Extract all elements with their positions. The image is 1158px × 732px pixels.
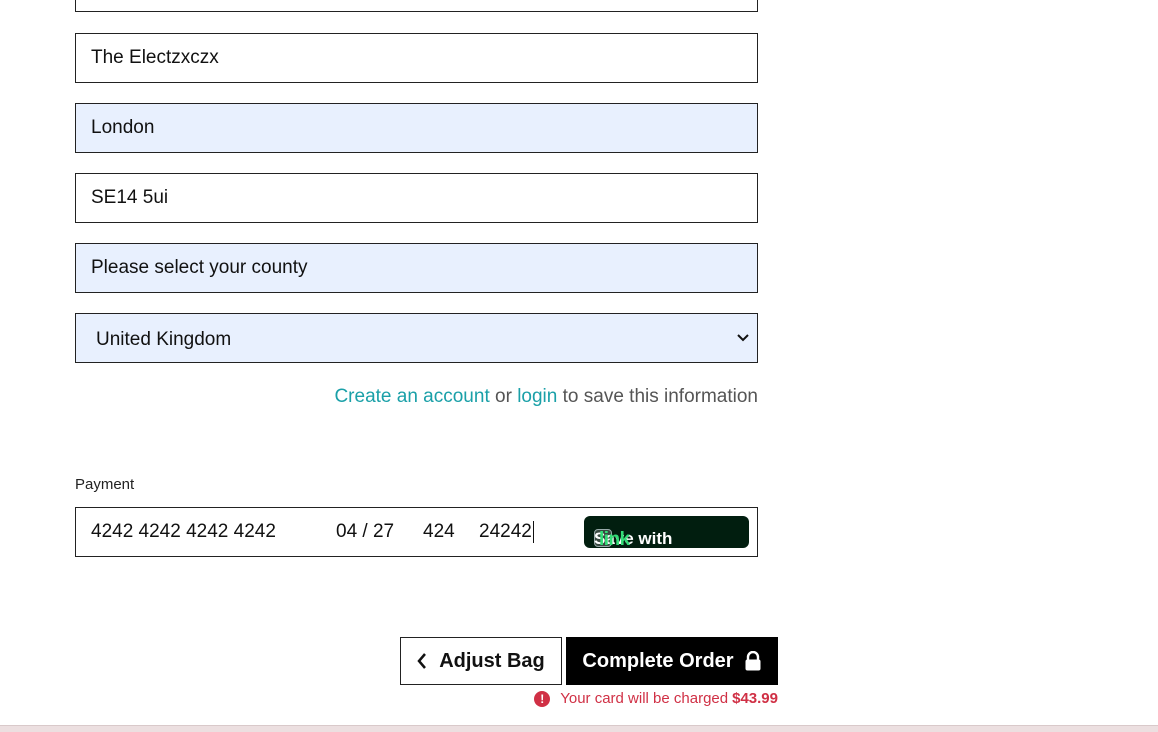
footer-strip <box>0 725 1158 732</box>
payment-heading: Payment <box>75 476 135 493</box>
postcode-value: SE14 5ui <box>91 187 169 208</box>
alert-icon: ! <box>534 690 551 707</box>
charge-notice: ! Your card will be charged $43.99 <box>534 690 778 707</box>
charge-notice-text: Your card will be charged <box>560 690 729 707</box>
country-value: United Kingdom <box>96 329 232 350</box>
chevron-left-icon <box>417 653 427 669</box>
country-select[interactable]: United Kingdom <box>75 313 758 363</box>
card-details-field[interactable]: 4242 4242 4242 4242 04 / 27 424 24242 Sa… <box>75 507 758 557</box>
create-account-link[interactable]: Create an account <box>334 386 489 407</box>
card-expiry-input[interactable]: 04 / 27 <box>336 521 394 543</box>
address-line-2-input[interactable]: The Electzxczx <box>75 33 758 83</box>
link-brand-logo: link <box>599 529 630 550</box>
complete-order-button[interactable]: Complete Order <box>566 637 778 685</box>
adjust-bag-button[interactable]: Adjust Bag <box>400 637 562 685</box>
address-line-1-input[interactable] <box>75 0 758 12</box>
county-select[interactable]: Please select your county <box>75 243 758 293</box>
chevron-down-icon <box>735 330 751 346</box>
charge-amount: $43.99 <box>732 690 778 707</box>
adjust-bag-label: Adjust Bag <box>439 649 545 672</box>
county-value: Please select your county <box>91 257 308 278</box>
lock-icon <box>744 651 762 671</box>
card-number-input[interactable]: 4242 4242 4242 4242 <box>91 521 276 543</box>
card-postal-input[interactable]: 24242 <box>479 521 534 543</box>
or-text: or <box>495 386 512 407</box>
checkout-form-page: The Electzxczx London SE14 5ui Please se… <box>0 0 1158 732</box>
city-value: London <box>91 117 155 138</box>
login-link[interactable]: login <box>517 386 557 407</box>
address-line-2-value: The Electzxczx <box>91 47 219 68</box>
complete-order-label: Complete Order <box>582 649 734 672</box>
card-cvc-input[interactable]: 424 <box>423 521 455 543</box>
save-info-prompt: Create an account or login to save this … <box>75 386 758 408</box>
save-with-link-toggle[interactable]: Save with link <box>584 516 749 550</box>
city-input[interactable]: London <box>75 103 758 153</box>
postcode-input[interactable]: SE14 5ui <box>75 173 758 223</box>
save-info-suffix: to save this information <box>562 386 758 407</box>
